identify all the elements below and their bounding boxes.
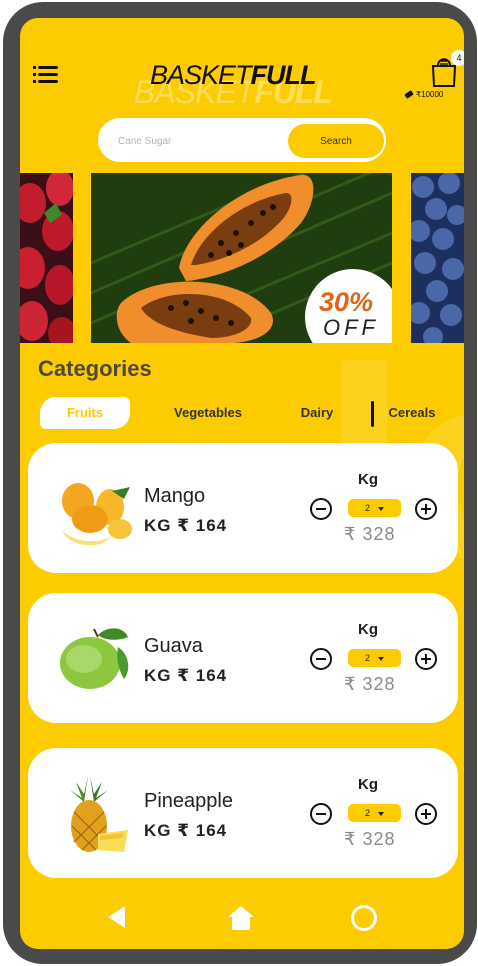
product-price: KG ₹ 164	[144, 666, 228, 685]
product-card-guava[interactable]: Guava KG ₹ 164 Kg 2 ₹ 328	[28, 593, 458, 723]
cart-button[interactable]: 4 ₹10000	[404, 48, 464, 103]
product-name: Pineapple	[144, 790, 233, 812]
search-input[interactable]	[118, 132, 278, 150]
tab-divider	[371, 401, 374, 427]
plus-icon[interactable]	[415, 648, 437, 670]
banner-blueberries[interactable]	[411, 173, 464, 343]
guava-image	[60, 628, 129, 689]
product-card-pineapple[interactable]: Pineapple KG ₹ 164 Kg 2 ₹ 328	[28, 748, 458, 878]
unit-label: Kg	[358, 471, 378, 488]
banner-papaya-promo[interactable]: 30% OFF	[91, 173, 392, 343]
dropdown-icon	[378, 656, 384, 661]
home-icon[interactable]	[226, 904, 256, 932]
unit-label: Kg	[358, 621, 378, 638]
search-button[interactable]: Search	[288, 124, 384, 158]
quantity-value: 2	[364, 808, 370, 818]
plus-icon[interactable]	[415, 803, 437, 825]
wallet-balance: ₹10000	[404, 90, 444, 99]
tab-fruits[interactable]: Fruits	[40, 397, 130, 429]
search-bar: Search	[98, 118, 386, 162]
menu-icon[interactable]	[33, 66, 60, 84]
dropdown-icon	[378, 811, 384, 816]
total-price: ₹ 328	[344, 524, 396, 544]
product-price: KG ₹ 164	[144, 516, 228, 535]
tab-vegetables[interactable]: Vegetables	[158, 397, 258, 429]
tab-dairy[interactable]: Dairy	[290, 397, 344, 429]
quantity-value: 2	[364, 653, 370, 663]
minus-icon[interactable]	[310, 498, 332, 520]
plus-icon[interactable]	[415, 498, 437, 520]
product-card-mango[interactable]: Mango KG ₹ 164 Kg 2 ₹ 328	[28, 443, 458, 573]
product-name: Guava	[144, 635, 203, 657]
dropdown-icon	[378, 506, 384, 511]
product-price: KG ₹ 164	[144, 821, 228, 840]
app-screen: lo BASKETFULL BASKETFULL 4 ₹10000 Search	[20, 18, 464, 949]
wallet-icon	[404, 90, 414, 99]
discount-off-label: OFF	[323, 315, 379, 340]
mango-image	[62, 483, 132, 546]
strawberries-image	[20, 173, 73, 343]
product-name: Mango	[144, 485, 206, 507]
cart-count-badge: 4	[451, 50, 464, 66]
banner-strawberries[interactable]	[20, 173, 73, 343]
device-frame: lo BASKETFULL BASKETFULL 4 ₹10000 Search	[3, 2, 477, 964]
minus-icon[interactable]	[310, 803, 332, 825]
total-price: ₹ 328	[344, 829, 396, 849]
categories-heading: Categories	[38, 356, 152, 381]
discount-percent: 30%	[319, 287, 374, 317]
tab-cereals[interactable]: Cereals	[380, 397, 444, 429]
category-tabs: Fruits Vegetables Dairy Cereals	[40, 397, 460, 429]
minus-icon[interactable]	[310, 648, 332, 670]
quantity-dropdown[interactable]: 2	[348, 804, 401, 822]
quantity-dropdown[interactable]: 2	[348, 499, 401, 517]
wallet-balance-text: ₹10000	[416, 90, 444, 99]
blueberries-image	[411, 173, 464, 343]
logo-bold-text: FULL	[250, 60, 317, 90]
unit-label: Kg	[358, 776, 378, 793]
quantity-value: 2	[364, 503, 370, 513]
logo-thin-text: BASKET	[150, 60, 252, 90]
back-icon[interactable]	[108, 906, 125, 928]
quantity-dropdown[interactable]: 2	[348, 649, 401, 667]
pineapple-image	[70, 776, 128, 852]
app-logo: BASKETFULL	[150, 60, 317, 91]
recent-apps-icon[interactable]	[351, 905, 377, 931]
total-price: ₹ 328	[344, 674, 396, 694]
